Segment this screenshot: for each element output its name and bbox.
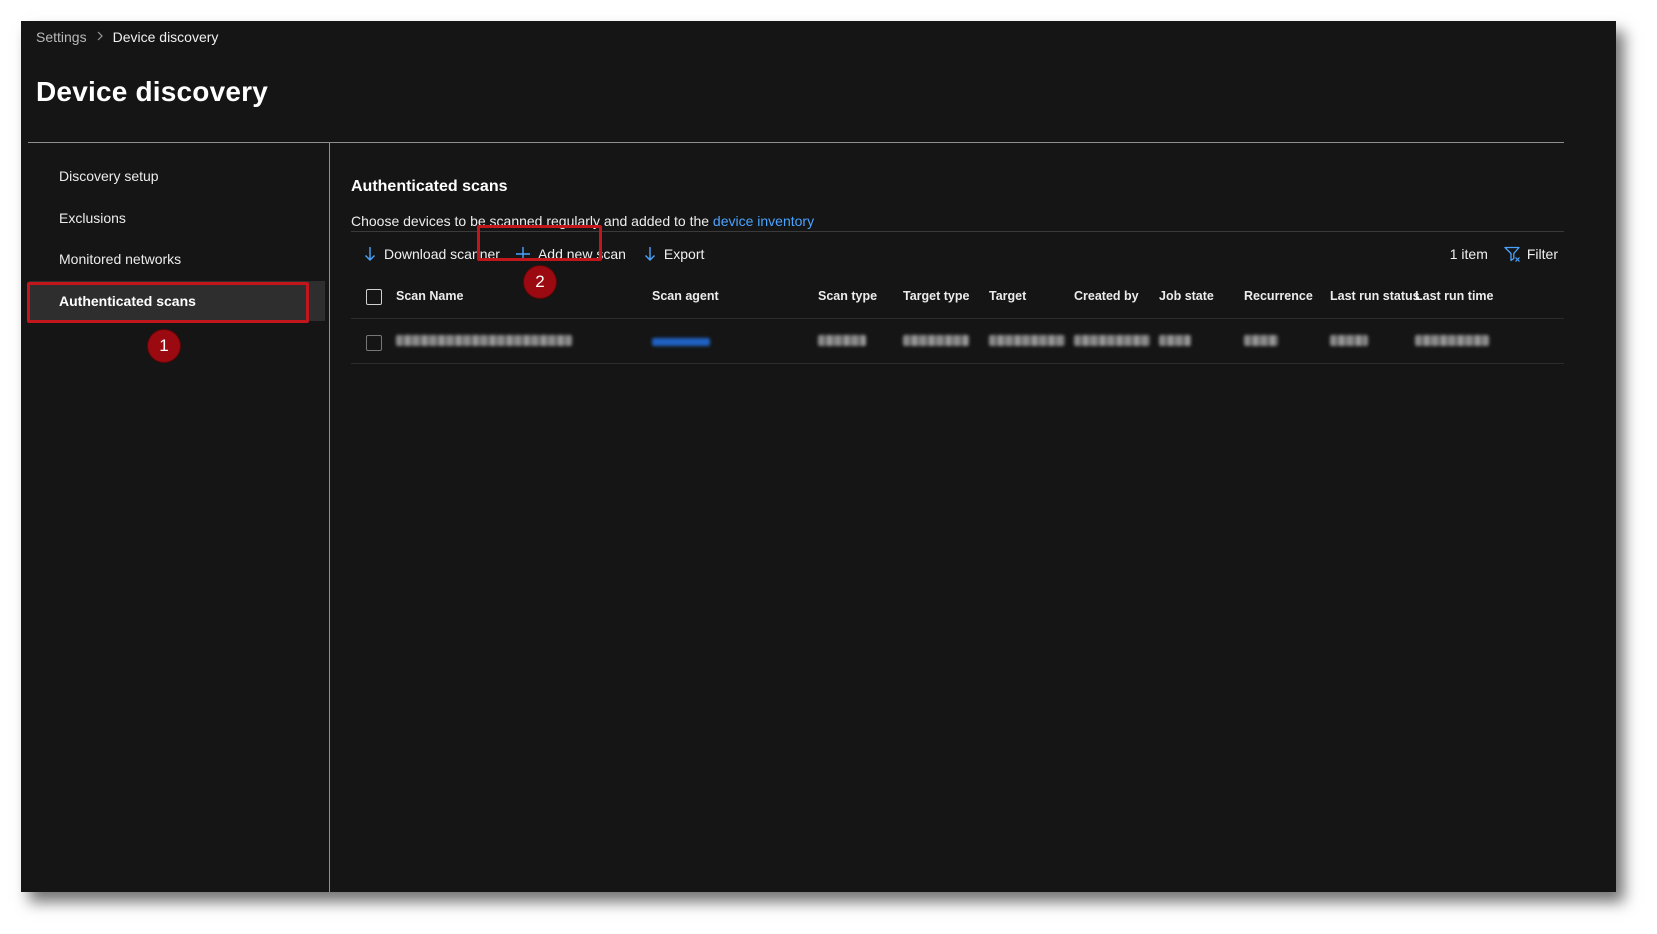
blurred-last-run-time (1415, 335, 1489, 346)
blurred-created-by (1074, 335, 1150, 346)
download-icon (365, 247, 375, 261)
app-window: Settings Device discovery Device discove… (21, 21, 1616, 892)
column-header-recurrence[interactable]: Recurrence (1244, 289, 1313, 303)
list-tools: 1 item Filter (1450, 237, 1558, 271)
filter-icon (1504, 246, 1520, 262)
callout-highlight-add-new-scan (477, 225, 602, 261)
column-header-last-run-time[interactable]: Last run time (1415, 289, 1494, 303)
blurred-scan-name (396, 335, 572, 346)
export-label: Export (663, 246, 705, 262)
blurred-target-type (903, 335, 969, 346)
sidebar-item-label: Exclusions (59, 210, 126, 226)
sidebar-item-monitored-networks[interactable]: Monitored networks (29, 239, 325, 279)
sidebar-item-label: Discovery setup (59, 168, 159, 184)
page-title: Device discovery (36, 76, 269, 107)
device-inventory-link[interactable]: device inventory (713, 213, 814, 229)
filter-label: Filter (1526, 246, 1558, 262)
column-header-last-run-status[interactable]: Last run status (1330, 289, 1420, 303)
section-title: Authenticated scans (351, 178, 508, 195)
download-icon (644, 247, 655, 261)
column-header-scan-type[interactable]: Scan type (818, 289, 877, 303)
blurred-recurrence (1244, 335, 1278, 346)
breadcrumb-settings[interactable]: Settings (36, 29, 87, 45)
column-header-job-state[interactable]: Job state (1159, 289, 1214, 303)
item-count: 1 item (1449, 246, 1488, 262)
blurred-job-state (1159, 335, 1191, 346)
callout-badge-1: 1 (148, 330, 180, 362)
column-header-created-by[interactable]: Created by (1074, 289, 1139, 303)
callout-highlight-authenticated-scans (27, 282, 309, 323)
filter-button[interactable]: Filter (1504, 246, 1558, 262)
column-header-scan-agent[interactable]: Scan agent (652, 289, 719, 303)
blurred-scan-type (818, 335, 866, 346)
column-header-scan-name[interactable]: Scan Name (396, 289, 463, 303)
row-checkbox[interactable] (366, 335, 382, 351)
header-divider (28, 142, 1564, 143)
column-header-target-type[interactable]: Target type (903, 289, 969, 303)
table-row[interactable] (351, 319, 1564, 364)
table-header: Scan Name Scan agent Scan type Target ty… (351, 275, 1564, 319)
blurred-last-run-status (1330, 335, 1368, 346)
sidebar-divider (329, 143, 330, 892)
sidebar-item-exclusions[interactable]: Exclusions (29, 198, 325, 238)
sidebar-item-label: Monitored networks (59, 251, 182, 267)
breadcrumb: Settings Device discovery (36, 29, 218, 45)
blurred-scan-agent-link[interactable] (652, 338, 710, 346)
blurred-target (989, 335, 1065, 346)
breadcrumb-current: Device discovery (112, 29, 219, 45)
select-all-checkbox[interactable] (366, 289, 382, 305)
column-header-target[interactable]: Target (989, 289, 1026, 303)
sidebar-item-discovery-setup[interactable]: Discovery setup (29, 156, 325, 196)
chevron-right-icon (96, 30, 104, 44)
export-button[interactable]: Export (637, 237, 711, 271)
